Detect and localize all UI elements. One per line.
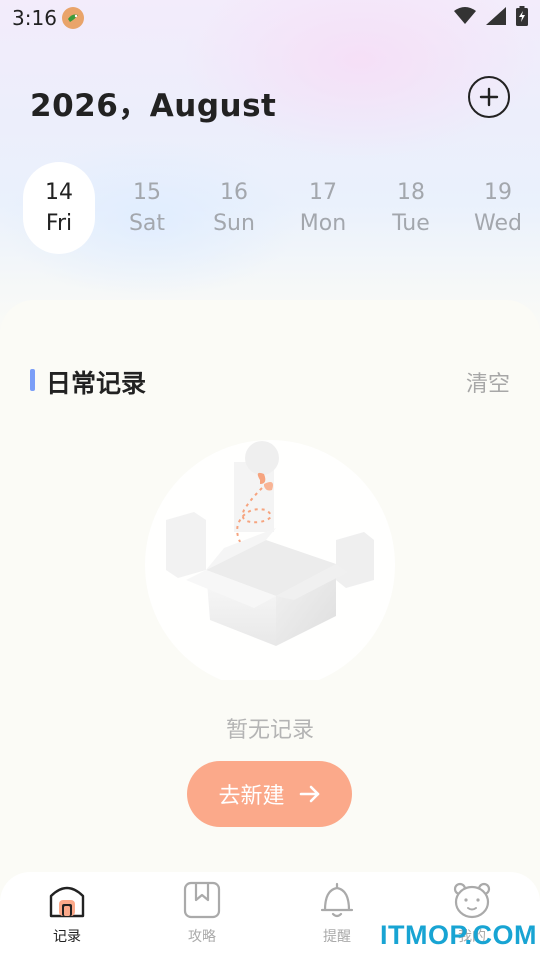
status-bar: 3:16 — [0, 0, 540, 36]
cellular-signal-icon — [486, 7, 506, 25]
status-icons — [454, 6, 528, 26]
section-title: 日常记录 — [46, 369, 147, 398]
date-day: 15 — [133, 180, 161, 205]
nav-label: 攻略 — [188, 929, 216, 945]
empty-state-text: 暂无记录 — [225, 718, 314, 743]
date-day: 19 — [484, 180, 512, 205]
plus-circle-icon — [479, 87, 499, 107]
date-day: 16 — [220, 180, 248, 205]
date-item[interactable]: 17 Mon — [287, 162, 359, 254]
arrow-right-icon — [299, 785, 319, 803]
wifi-icon — [454, 7, 476, 24]
create-new-label: 去新建 — [218, 784, 285, 809]
create-new-button[interactable]: 去新建 — [187, 761, 352, 827]
date-day: 14 — [45, 180, 73, 205]
date-day: 18 — [397, 180, 425, 205]
date-weekday: Tue — [392, 211, 430, 236]
house-icon — [47, 880, 87, 920]
bear-face-icon — [452, 880, 492, 920]
date-item[interactable]: 15 Sat — [111, 162, 183, 254]
date-weekday: Fri — [45, 211, 73, 236]
add-record-button[interactable] — [468, 76, 510, 118]
nav-item-reminders[interactable]: 提醒 — [292, 880, 382, 956]
watermark: ITMOP.COM — [380, 920, 538, 950]
date-item-selected[interactable]: 14 Fri — [23, 162, 95, 254]
date-item[interactable]: 18 Tue — [375, 162, 447, 254]
section-accent-bar — [30, 369, 35, 391]
status-time: 3:16 — [12, 6, 57, 30]
month-title: 2026，August — [30, 88, 277, 124]
nav-item-guides[interactable]: 攻略 — [157, 880, 247, 956]
clear-button[interactable]: 清空 — [466, 366, 510, 398]
date-item[interactable]: 19 Wed — [462, 162, 534, 254]
date-weekday: Mon — [299, 211, 347, 236]
date-weekday: Wed — [474, 211, 522, 236]
bell-icon — [317, 880, 357, 920]
app-notification-icon — [62, 7, 84, 29]
date-weekday: Sun — [213, 211, 255, 236]
nav-item-records[interactable]: 记录 — [22, 880, 112, 956]
date-weekday: Sat — [128, 211, 166, 236]
nav-label: 记录 — [53, 929, 81, 945]
date-item[interactable]: 16 Sun — [198, 162, 270, 254]
bookmark-book-icon — [182, 880, 222, 920]
empty-box-illustration — [145, 440, 395, 680]
nav-label: 提醒 — [323, 929, 351, 945]
date-strip: 14 Fri 15 Sat 16 Sun 17 Mon 18 Tue 19 We… — [0, 162, 540, 256]
date-day: 17 — [309, 180, 337, 205]
battery-charging-icon — [516, 6, 528, 26]
